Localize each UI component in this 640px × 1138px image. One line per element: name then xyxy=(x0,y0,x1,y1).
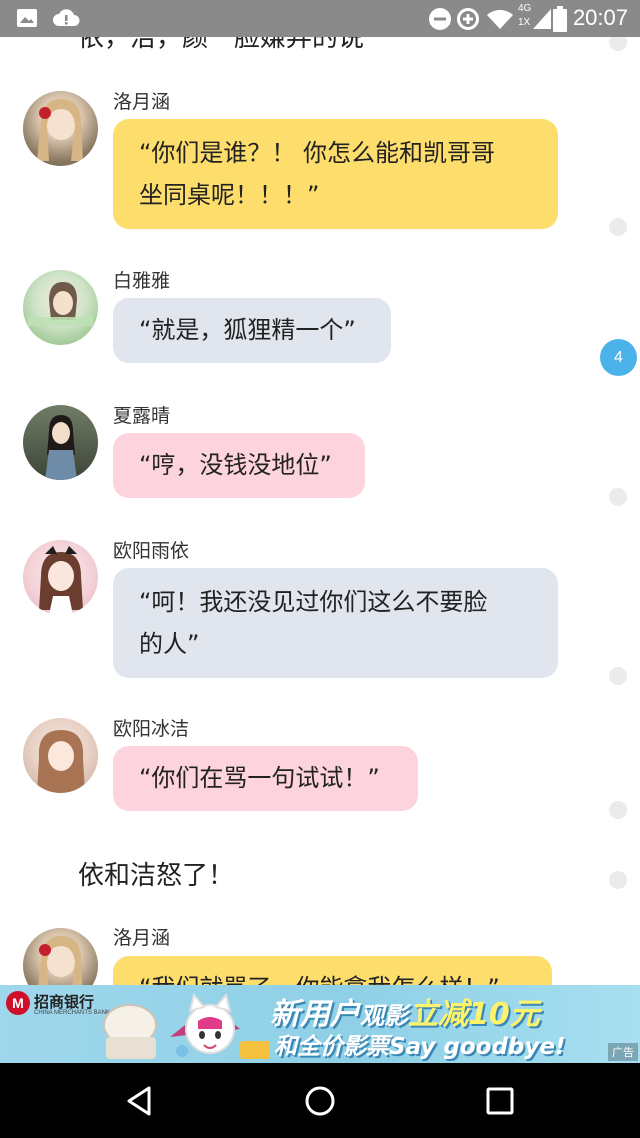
ad-subline: 和全价影票Say goodbye! xyxy=(274,1034,566,1060)
data-saver-icon xyxy=(457,8,479,30)
speech-text-line: “你们是谁？！ 你怎么能和凯哥哥 xyxy=(139,139,496,167)
avatar[interactable] xyxy=(23,540,98,615)
narration-text: 依和洁怒了！ xyxy=(78,861,235,891)
navigation-bar xyxy=(0,1063,640,1138)
recents-icon[interactable] xyxy=(480,1081,520,1121)
cat-mascot-icon xyxy=(103,992,270,1059)
bank-logo-icon: M xyxy=(6,991,30,1015)
avatar[interactable] xyxy=(23,405,98,480)
avatar[interactable] xyxy=(23,718,98,793)
speaker-name: 白雅雅 xyxy=(113,270,171,292)
avatar-image xyxy=(28,282,93,326)
cellular-4g-icon xyxy=(533,9,551,29)
speech-bubble: “就是，狐狸精一个” xyxy=(113,298,391,363)
do-not-disturb-icon xyxy=(429,8,451,30)
speech-text-line: “就是，狐狸精一个” xyxy=(139,316,356,344)
speaker-name: 欧阳冰洁 xyxy=(113,718,190,740)
avatar-image xyxy=(37,730,85,793)
home-icon[interactable] xyxy=(300,1081,340,1121)
sim-label: 1X xyxy=(518,17,531,28)
clock: 20:07 xyxy=(572,5,628,30)
speech-text-line: “哼，没钱没地位” xyxy=(139,451,332,479)
avatar-image xyxy=(39,546,83,615)
avatar[interactable] xyxy=(23,928,98,985)
network-type-label: 4G xyxy=(518,3,532,14)
speaker-name: 夏露晴 xyxy=(113,405,171,427)
paragraph-comment-dot[interactable] xyxy=(609,667,627,685)
speech-bubble: “我们就骂了，你能拿我怎么样！” xyxy=(113,956,552,985)
speaker-name: 欧阳雨依 xyxy=(113,540,190,562)
speech-text-line: 的人” xyxy=(139,630,200,658)
paragraph-comment-dot[interactable] xyxy=(609,488,627,506)
speech-bubble: “呵！我还没见过你们这么不要脸 的人” xyxy=(113,568,558,678)
status-bar: 4G 1X 20:07 xyxy=(0,0,640,37)
narration-text: 依，洁，颜一脸嫌弃的说 xyxy=(78,37,365,53)
alert-icon xyxy=(53,9,80,26)
avatar-image xyxy=(38,936,83,985)
speaker-name: 洛月涵 xyxy=(113,91,171,113)
ad-label[interactable]: 广告 xyxy=(608,1043,638,1061)
avatar-image xyxy=(37,99,83,161)
comment-count-badge[interactable]: 4 xyxy=(600,339,637,376)
speech-text-line: 坐同桌呢！！！” xyxy=(139,181,320,209)
paragraph-comment-dot[interactable] xyxy=(609,801,627,819)
speech-bubble: “你们在骂一句试试！” xyxy=(113,746,418,811)
chat-area[interactable]: 依，洁，颜一脸嫌弃的说 洛月涵 “你们是谁？！ 你怎么能和凯哥哥 坐同桌呢！！！… xyxy=(0,37,640,985)
bank-name: 招商银行 xyxy=(34,993,95,1011)
wifi-icon xyxy=(487,9,513,29)
paragraph-comment-dot[interactable] xyxy=(609,871,627,889)
image-icon xyxy=(17,9,37,27)
avatar[interactable] xyxy=(23,91,98,166)
speech-bubble: “哼，没钱没地位” xyxy=(113,433,365,498)
ad-headline-part: 观影 xyxy=(360,1002,408,1030)
speaker-name: 洛月涵 xyxy=(113,927,171,949)
speech-text-line: “你们在骂一句试试！” xyxy=(139,764,380,792)
paragraph-comment-dot[interactable] xyxy=(609,37,627,51)
paragraph-comment-dot[interactable] xyxy=(609,218,627,236)
ad-banner[interactable]: M 招商银行 CHINA MERCHANTS BANK 新用户观影立减10元 和… xyxy=(0,985,640,1063)
avatar-image xyxy=(45,415,77,480)
speech-text-line: “呵！我还没见过你们这么不要脸 xyxy=(139,588,488,616)
battery-icon xyxy=(553,6,567,32)
speech-text-line: “我们就骂了，你能拿我怎么样！” xyxy=(139,967,526,985)
back-icon[interactable] xyxy=(120,1081,160,1121)
avatar[interactable] xyxy=(23,270,98,345)
speech-bubble: “你们是谁？！ 你怎么能和凯哥哥 坐同桌呢！！！” xyxy=(113,119,558,229)
